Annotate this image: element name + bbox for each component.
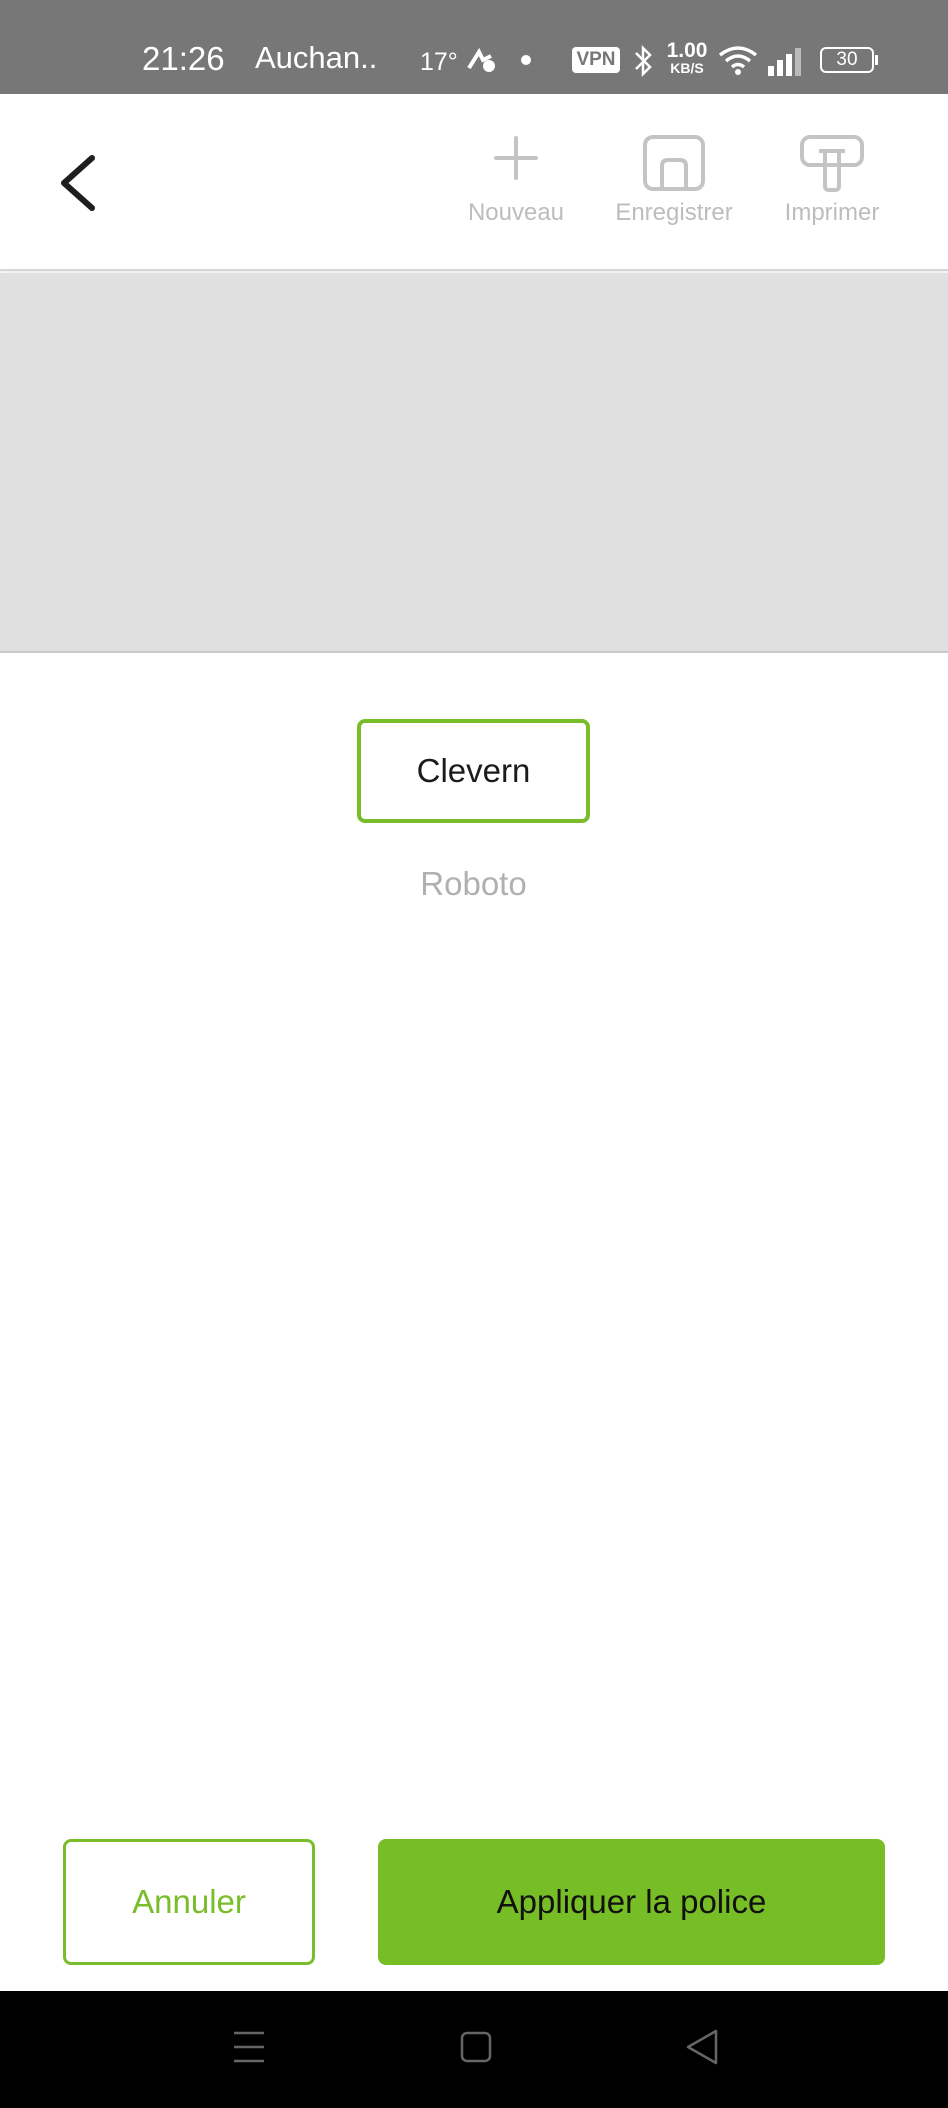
font-option-roboto[interactable]: Roboto — [357, 832, 590, 936]
new-button[interactable]: Nouveau — [446, 134, 586, 234]
dot-icon — [521, 55, 531, 65]
speed-unit: KB/S — [670, 60, 704, 76]
speed-value: 1.00 — [666, 39, 708, 62]
app-bar: Nouveau Enregistrer Imprimer — [0, 94, 948, 271]
back-arrow-icon[interactable] — [50, 148, 110, 218]
menu-icon[interactable] — [232, 2027, 266, 2067]
bluetooth-icon — [635, 44, 652, 78]
status-temperature: 17° — [420, 48, 458, 76]
save-icon — [643, 135, 705, 191]
home-icon[interactable] — [459, 2027, 493, 2067]
status-time: 21:26 — [142, 40, 225, 77]
status-carrier: Auchan.. — [255, 40, 378, 75]
network-speed: 1.00 KB/S — [665, 40, 709, 75]
print-icon — [800, 135, 864, 192]
signal-icon — [768, 48, 801, 76]
print-label: Imprimer — [784, 199, 880, 226]
save-button[interactable]: Enregistrer — [604, 134, 744, 234]
font-option-label: Clevern — [416, 752, 531, 789]
font-preview-area — [0, 273, 948, 653]
battery-icon: 30 — [820, 47, 874, 73]
wifi-icon — [718, 46, 758, 75]
battery-tip — [875, 55, 878, 65]
weather-icon — [467, 47, 495, 72]
system-nav-bar — [0, 1991, 948, 2108]
battery-level: 30 — [836, 49, 858, 70]
cancel-button[interactable]: Annuler — [63, 1839, 315, 1965]
print-button[interactable]: Imprimer — [762, 134, 902, 234]
apply-label: Appliquer la police — [496, 1883, 767, 1920]
font-option-clevern[interactable]: Clevern — [357, 719, 590, 823]
vpn-badge: VPN — [572, 47, 620, 73]
apply-font-button[interactable]: Appliquer la police — [378, 1839, 885, 1965]
back-triangle-icon[interactable] — [684, 2027, 720, 2067]
status-bar: 21:26 Auchan.. 17° VPN 1.00 KB/S 30 — [0, 0, 948, 94]
new-label: Nouveau — [467, 199, 565, 226]
cancel-label: Annuler — [132, 1883, 246, 1920]
save-label: Enregistrer — [615, 199, 733, 226]
vpn-label: VPN — [576, 49, 616, 70]
plus-icon — [494, 136, 538, 180]
font-option-label: Roboto — [420, 865, 527, 902]
